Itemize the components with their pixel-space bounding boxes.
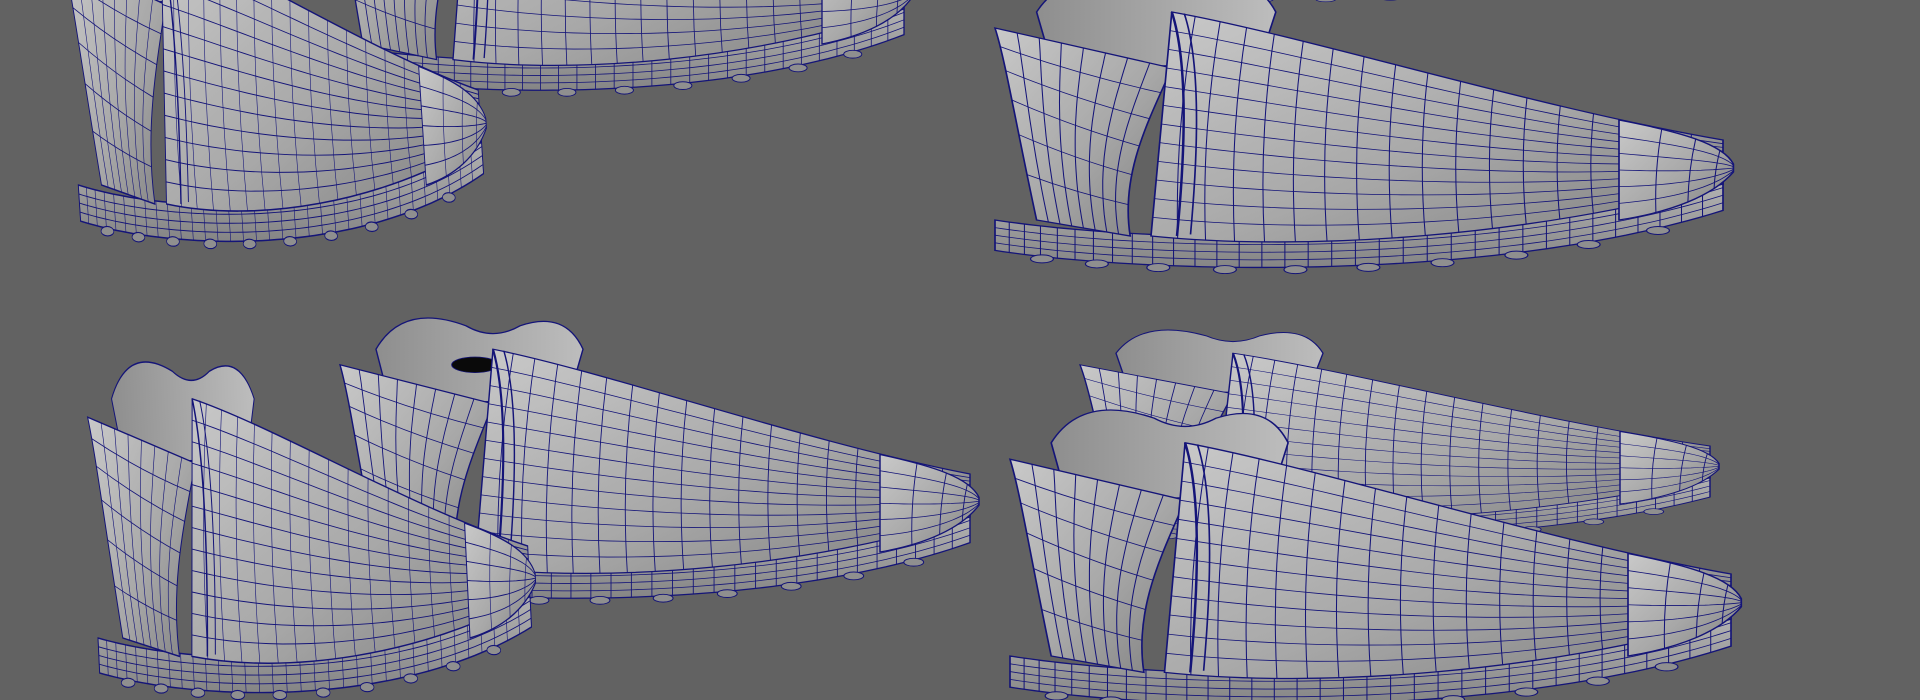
shoe-model — [993, 0, 1735, 275]
3d-viewport[interactable] — [0, 0, 1920, 700]
wireframe-shoe-renders — [62, 0, 1743, 700]
